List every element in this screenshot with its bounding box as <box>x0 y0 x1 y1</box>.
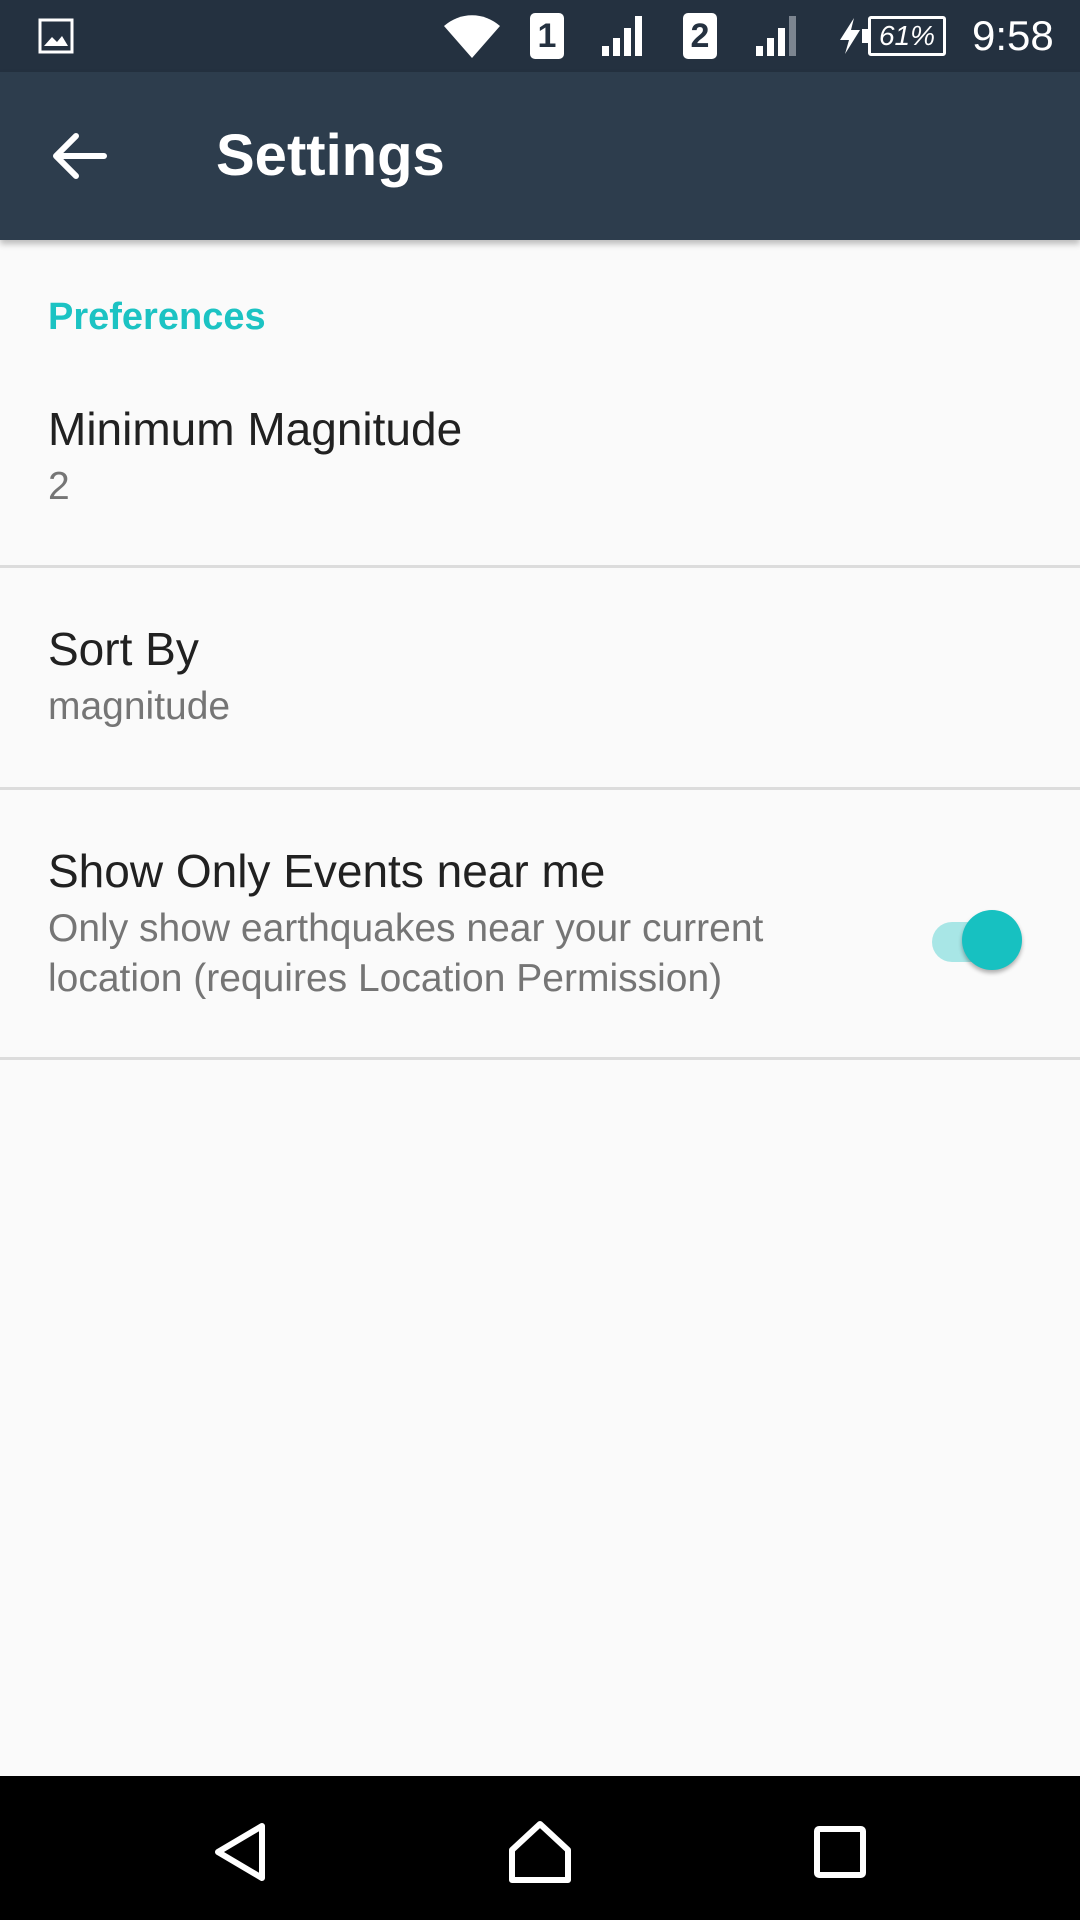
app-bar: Settings <box>0 72 1080 240</box>
nav-recent-icon <box>814 1826 866 1878</box>
charging-icon <box>836 0 864 72</box>
nav-home-icon <box>509 1821 571 1883</box>
back-button[interactable] <box>40 116 120 196</box>
sort-by-preference[interactable]: Sort By magnitude <box>0 568 1080 790</box>
wifi-icon <box>442 0 502 72</box>
sim2-label: 2 <box>683 13 717 59</box>
preference-summary: magnitude <box>48 685 231 728</box>
status-bar: 1 2 61% 9:58 <box>0 0 1080 72</box>
gallery-icon <box>38 0 74 72</box>
signal-icon <box>600 0 648 72</box>
battery-percent: 61% <box>862 16 946 56</box>
preference-summary: Only show earthquakes near your current … <box>48 907 764 1000</box>
nav-back-button[interactable] <box>202 1812 282 1892</box>
preference-title: Sort By <box>48 623 199 675</box>
nav-recent-button[interactable] <box>800 1812 880 1892</box>
toggle-thumb <box>962 910 1022 970</box>
navigation-bar <box>0 1776 1080 1920</box>
category-title: Preferences <box>48 296 266 338</box>
signal-icon <box>754 0 802 72</box>
minimum-magnitude-preference[interactable]: Minimum Magnitude 2 <box>0 360 1080 568</box>
settings-screen: 1 2 61% 9:58 Settings Preferences Minimu… <box>0 0 1080 1920</box>
nav-back-icon <box>215 1823 265 1881</box>
preference-title: Show Only Events near me <box>48 845 606 897</box>
sim2-icon: 2 <box>683 0 717 72</box>
show-near-me-preference[interactable]: Show Only Events near me Only show earth… <box>0 790 1080 1060</box>
sim1-icon: 1 <box>530 0 564 72</box>
preference-title: Minimum Magnitude <box>48 403 463 455</box>
nav-home-button[interactable] <box>500 1812 580 1892</box>
near-me-toggle[interactable] <box>926 908 1022 972</box>
preference-summary: 2 <box>48 465 70 508</box>
status-time: 9:58 <box>972 12 1054 59</box>
page-title: Settings <box>216 123 445 188</box>
battery-icon: 61% <box>862 0 946 72</box>
sim1-label: 1 <box>530 13 564 59</box>
arrow-back-icon <box>53 133 107 179</box>
